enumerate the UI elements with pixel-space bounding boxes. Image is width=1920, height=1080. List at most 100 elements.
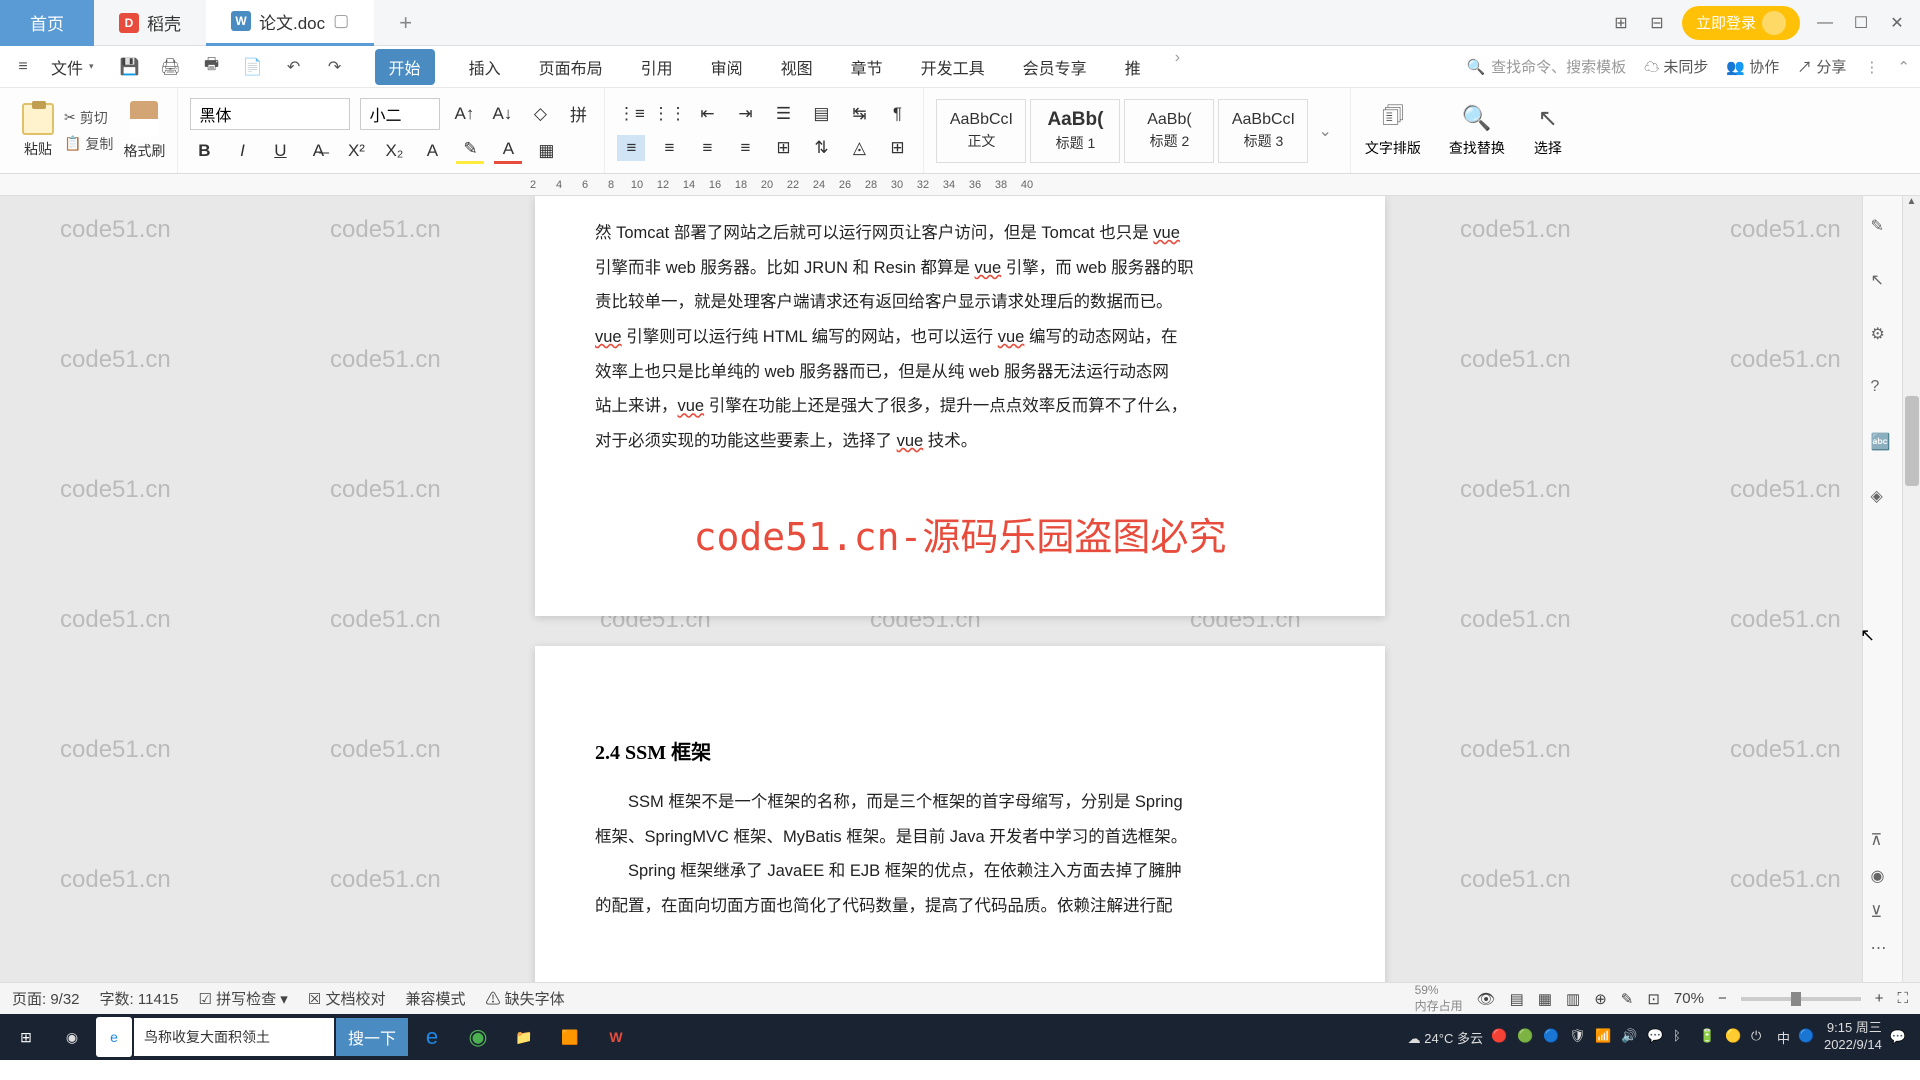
sort-button[interactable]: ☰ (769, 101, 797, 127)
clock[interactable]: 9:15 周三 2022/9/14 (1824, 1020, 1882, 1054)
tab-mini-icon[interactable]: ▢ (333, 11, 349, 31)
sync-status[interactable]: ☁ 未同步 (1644, 56, 1708, 77)
diamond-icon[interactable]: ◈ (1871, 486, 1895, 510)
taskbar-search[interactable]: 鸟称收复大面积领土 (134, 1018, 334, 1056)
ribbon-tab-more[interactable]: 推 (1121, 49, 1145, 85)
char-shading-button[interactable]: ▦ (532, 138, 560, 164)
spell-check[interactable]: ☑ 拼写检查 ▾ (198, 988, 287, 1009)
ribbon-tab-vip[interactable]: 会员专享 (1019, 49, 1091, 85)
zoom-out-button[interactable]: − (1718, 990, 1727, 1007)
underline-button[interactable]: U (266, 138, 294, 164)
fullscreen-icon[interactable]: ⛶ (1897, 990, 1908, 1007)
decrease-font-icon[interactable]: A↓ (488, 101, 516, 127)
zoom-in-button[interactable]: + (1875, 990, 1884, 1007)
missing-fonts[interactable]: ⚠ 缺失字体 (485, 988, 564, 1009)
view-page-icon[interactable]: ▤ (1510, 990, 1524, 1008)
find-replace-button[interactable]: 🔍 查找替换 (1435, 104, 1519, 158)
app-green-icon[interactable]: ◉ (456, 1017, 500, 1057)
tab-docker[interactable]: D 稻壳 (94, 0, 206, 46)
app-orange-icon[interactable]: 🟧 (548, 1017, 592, 1057)
proofread[interactable]: ☒ 文档校对 (308, 988, 386, 1009)
borders-button[interactable]: ⊞ (883, 135, 911, 161)
scroll-center-icon[interactable]: ◉ (1871, 866, 1895, 890)
bold-button[interactable]: B (190, 138, 218, 164)
ribbon-tab-reference[interactable]: 引用 (637, 49, 677, 85)
italic-button[interactable]: I (228, 138, 256, 164)
tray-icon[interactable]: 🔴 (1491, 1028, 1509, 1046)
ribbon-tab-section[interactable]: 章节 (847, 49, 887, 85)
cortana-icon[interactable]: ◉ (50, 1017, 94, 1057)
font-size-select[interactable] (360, 98, 440, 130)
minimize-icon[interactable]: — (1814, 12, 1836, 34)
settings-icon[interactable]: ⚙ (1871, 324, 1895, 348)
ribbon-tab-review[interactable]: 审阅 (707, 49, 747, 85)
translate-icon[interactable]: 🔤 (1871, 432, 1895, 456)
align-right-button[interactable]: ≡ (693, 135, 721, 161)
ribbon-tab-layout[interactable]: 页面布局 (535, 49, 607, 85)
zoom-fit-icon[interactable]: ⊡ (1647, 990, 1660, 1008)
view-read-icon[interactable]: ⊕ (1594, 990, 1607, 1008)
superscript-button[interactable]: X² (342, 138, 370, 164)
compat-mode[interactable]: 兼容模式 (405, 988, 465, 1009)
doc-heading[interactable]: 2.4 SSM 框架 (595, 736, 1325, 765)
tray-icon[interactable]: ⏻ (1751, 1028, 1769, 1046)
wps-icon[interactable]: W (594, 1017, 638, 1057)
pointer-icon[interactable]: ↖ (1871, 270, 1895, 294)
style-heading2[interactable]: AaBb(标题 2 (1124, 99, 1214, 163)
maximize-icon[interactable]: ☐ (1850, 12, 1872, 34)
document-area[interactable]: code51.cn code51.cn code51.cn code51.cn … (0, 196, 1920, 982)
tray-icon[interactable]: 🔊 (1621, 1028, 1639, 1046)
style-heading3[interactable]: AaBbCcI标题 3 (1218, 99, 1308, 163)
eye-icon[interactable]: 👁 (1477, 990, 1496, 1008)
notifications-icon[interactable]: 💬 (1890, 1029, 1906, 1045)
close-icon[interactable]: ✕ (1886, 12, 1908, 34)
scroll-up-button[interactable]: ▲ (1903, 196, 1920, 207)
document-page[interactable]: 2.4 SSM 框架 SSM 框架不是一个框架的名称，而是三个框架的首字母缩写，… (535, 646, 1385, 982)
start-button[interactable]: ⊞ (4, 1017, 48, 1057)
copy-button[interactable]: 📋 复制 (64, 134, 113, 154)
align-distribute-button[interactable]: ⊞ (769, 135, 797, 161)
edge-icon[interactable]: e (410, 1017, 454, 1057)
bullets-button[interactable]: ⋮≡ (617, 101, 645, 127)
grid-icon[interactable]: ⊞ (1610, 12, 1632, 34)
view-draft-icon[interactable]: ✎ (1621, 990, 1634, 1008)
format-brush-button[interactable]: 格式刷 (123, 101, 165, 161)
scroll-up-icon[interactable]: ⊼ (1871, 830, 1895, 854)
shading-button[interactable]: ◬ (845, 135, 873, 161)
scroll-thumb[interactable] (1905, 396, 1919, 486)
zoom-slider[interactable] (1741, 997, 1861, 1001)
view-web-icon[interactable]: ▥ (1566, 990, 1580, 1008)
tray-icon[interactable]: 📶 (1595, 1028, 1613, 1046)
tab-home[interactable]: 首页 (0, 0, 94, 46)
word-count[interactable]: 字数: 11415 (100, 988, 179, 1009)
ribbon-nav-icon[interactable]: › (1175, 49, 1180, 85)
explorer-icon[interactable]: 📁 (502, 1017, 546, 1057)
ribbon-tab-start[interactable]: 开始 (375, 49, 435, 85)
tab-new[interactable]: + (374, 0, 437, 46)
tray-icon[interactable]: 🔋 (1699, 1028, 1717, 1046)
pen-icon[interactable]: ✎ (1871, 216, 1895, 240)
menu-more-icon[interactable]: ⋮ (1864, 58, 1879, 76)
numbering-button[interactable]: ⋮⋮ (655, 101, 683, 127)
ribbon-tab-dev[interactable]: 开发工具 (917, 49, 989, 85)
tray-icon[interactable]: 🛡 (1569, 1028, 1587, 1046)
collab-button[interactable]: 👥 协作 (1726, 56, 1779, 77)
view-outline-icon[interactable]: ▦ (1538, 990, 1552, 1008)
text-layout-button[interactable]: 🗊 文字排版 (1351, 104, 1435, 158)
line-spacing-button[interactable]: ⇅ (807, 135, 835, 161)
save-icon[interactable]: 💾 (117, 54, 143, 80)
ribbon-tab-insert[interactable]: 插入 (465, 49, 505, 85)
strikethrough-button[interactable]: A̶ (304, 138, 332, 164)
share-button[interactable]: ↗ 分享 (1797, 56, 1846, 77)
select-button[interactable]: ↖ 选择 (1519, 104, 1577, 158)
tab-document[interactable]: W 论文.doc ▢ (206, 0, 374, 46)
font-name-select[interactable] (190, 98, 350, 130)
menu-icon[interactable]: ≡ (10, 54, 36, 80)
zoom-value[interactable]: 70% (1674, 990, 1704, 1007)
tray-icon[interactable]: 🟢 (1517, 1028, 1535, 1046)
help-icon[interactable]: ? (1871, 378, 1895, 402)
show-marks-icon[interactable]: ¶ (883, 101, 911, 127)
scroll-down-icon[interactable]: ⊻ (1871, 902, 1895, 926)
cut-button[interactable]: ✂ 剪切 (64, 108, 113, 128)
doc-paragraph[interactable]: Spring 框架继承了 JavaEE 和 EJB 框架的优点，在依赖注入方面去… (595, 854, 1325, 923)
